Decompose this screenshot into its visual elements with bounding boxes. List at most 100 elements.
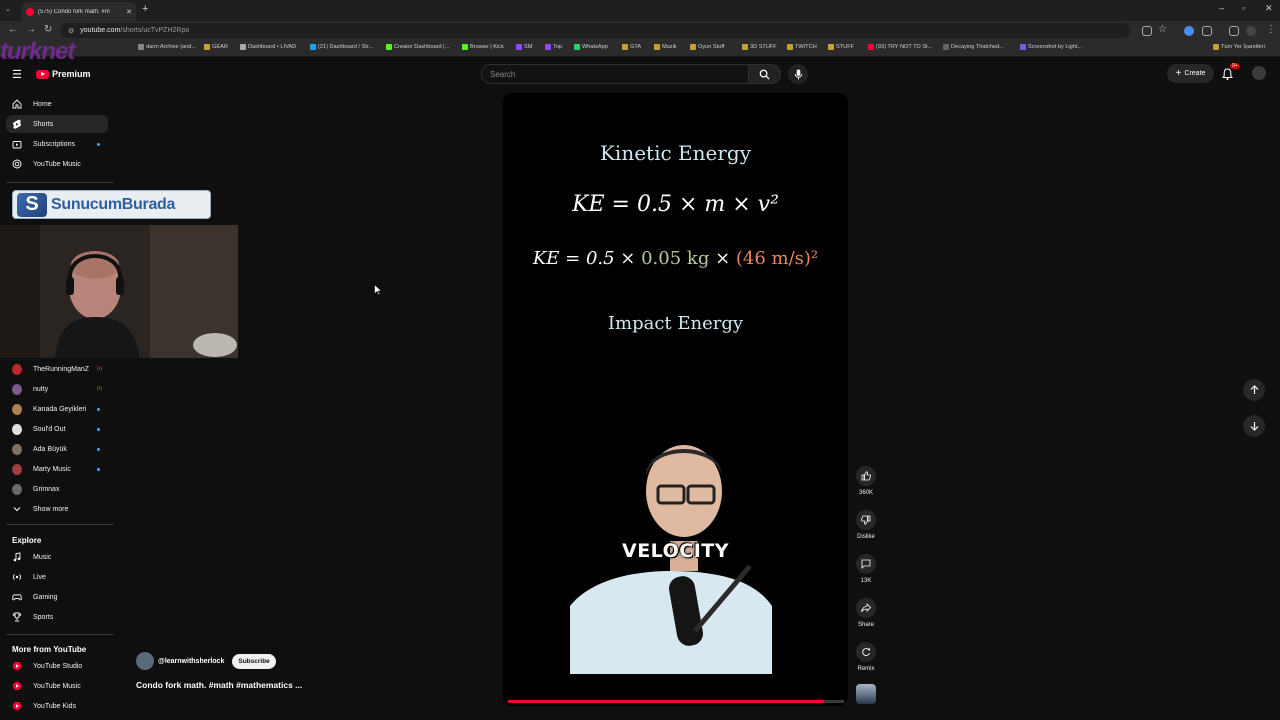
bookmark-icon xyxy=(690,44,696,50)
install-app-icon[interactable] xyxy=(1142,26,1152,36)
sidebar-item-live[interactable]: Live xyxy=(6,568,108,586)
channel-handle[interactable]: @learnwithsherlock xyxy=(158,658,224,665)
bookmark-label: 3D STUFF xyxy=(750,44,777,50)
sidebar-item-label: Grimnax xyxy=(33,485,60,493)
avatar[interactable] xyxy=(1252,66,1266,80)
browser-menu-icon[interactable]: ⋮ xyxy=(1266,24,1276,35)
bookmark-item[interactable]: Oyun Stuff xyxy=(690,44,724,50)
previous-short-button[interactable] xyxy=(1243,379,1265,401)
bookmark-item[interactable]: WhatsApp xyxy=(574,44,608,50)
dislike-button[interactable]: Dislike xyxy=(853,510,879,540)
eq-times: × xyxy=(709,248,736,269)
new-tab-icon[interactable]: + xyxy=(142,3,148,15)
video-progress-bar[interactable] xyxy=(508,700,844,703)
browser-profile-icon[interactable] xyxy=(1246,26,1256,36)
bookmark-item[interactable]: darm Archive (and... xyxy=(138,44,196,50)
bookmark-label: Dashboard • LIVAD xyxy=(248,44,297,50)
channel-avatar xyxy=(12,463,22,475)
sidebar-subscription-item[interactable]: Soul'd Out xyxy=(6,420,108,438)
bookmark-icon xyxy=(1020,44,1026,50)
sidebar-item-label: YouTube Kids xyxy=(33,702,77,710)
show-more-button[interactable]: Show more xyxy=(6,500,108,518)
sidebar-item-music[interactable]: Music xyxy=(6,548,108,566)
next-short-button[interactable] xyxy=(1243,415,1265,437)
sidebar-item-gaming[interactable]: Gaming xyxy=(6,588,108,606)
video-title[interactable]: Condo fork math. #math #mathematics ... xyxy=(136,680,302,690)
maximize-icon[interactable]: ▫ xyxy=(1242,3,1245,13)
notifications-button[interactable]: 9+ xyxy=(1221,63,1240,85)
create-button[interactable]: + Create xyxy=(1167,64,1214,83)
sidebar-item-subscriptions[interactable]: Subscriptions xyxy=(6,135,108,153)
equation-title: Kinetic Energy xyxy=(599,141,752,165)
gaming-icon xyxy=(12,592,22,602)
bookmark-item[interactable]: Muzik xyxy=(654,44,677,50)
sidebar-subscription-item[interactable]: Grimnax xyxy=(6,480,108,498)
bookmark-item[interactable]: Creator Dashboard |... xyxy=(386,44,449,50)
comments-button[interactable]: 13K xyxy=(853,554,879,584)
sidebar-subscription-item[interactable]: Marty Music xyxy=(6,460,108,478)
search-button[interactable] xyxy=(749,64,781,84)
bookmarks-bar: darm Archive (and... GEAR Dashboard • LIVA… xyxy=(0,41,1280,57)
channel-avatar xyxy=(12,443,22,455)
sidebar-item-youtube-studio[interactable]: YouTube Studio xyxy=(6,657,108,675)
bookmark-item[interactable]: TWITCH xyxy=(787,44,817,50)
tab-search-icon[interactable]: ⌄ xyxy=(5,5,11,13)
extensions-puzzle-icon[interactable] xyxy=(1202,26,1212,36)
remix-button[interactable]: Remix xyxy=(853,642,879,672)
bookmark-item[interactable]: 3D STUFF xyxy=(742,44,777,50)
bookmark-item[interactable]: Dashboard • LIVAD xyxy=(240,44,296,50)
youtube-premium-logo[interactable]: Premium xyxy=(36,69,91,79)
bookmark-item[interactable]: SM xyxy=(516,44,532,50)
share-button[interactable]: Share xyxy=(853,598,879,628)
minimize-icon[interactable]: – xyxy=(1219,3,1224,13)
sidebar-subscription-item[interactable]: Ada Büyük xyxy=(6,440,108,458)
voice-search-button[interactable] xyxy=(788,64,808,84)
hamburger-menu-icon[interactable]: ☰ xyxy=(12,68,22,81)
sidebar: Home Shorts Subscriptions YouTube Music TheR… xyxy=(0,92,120,720)
bookmark-item[interactable]: Tüm Yer İşaretleri xyxy=(1213,44,1265,50)
sidebar-subscription-item[interactable]: Kanada Geyikleri xyxy=(6,400,108,418)
sidebar-subscription-item[interactable]: nutty (•) xyxy=(6,380,108,398)
search-input[interactable]: Search xyxy=(481,64,749,84)
channel-avatar[interactable] xyxy=(136,652,154,670)
shorts-video-player[interactable]: Kinetic Energy KE = 0.5 × m × v² KE = 0.… xyxy=(503,93,848,706)
address-bar[interactable]: ⚙ youtube.com/shorts/ucTvPZH2Rpo xyxy=(60,23,1130,38)
bookmark-icon xyxy=(386,44,392,50)
site-info-icon[interactable]: ⚙ xyxy=(68,27,74,35)
forward-icon[interactable]: → xyxy=(26,24,36,35)
close-window-icon[interactable]: ✕ xyxy=(1265,3,1273,14)
like-button[interactable]: 360K xyxy=(853,466,879,496)
audio-source-thumbnail[interactable] xyxy=(856,684,876,704)
bookmark-item[interactable]: Decaying Thatched... xyxy=(943,44,1004,50)
extension-icon[interactable] xyxy=(1184,26,1194,36)
bookmark-label: Top xyxy=(553,44,563,50)
mouse-cursor-icon xyxy=(374,284,382,296)
bookmark-item[interactable]: Top xyxy=(545,44,562,50)
sidebar-item-shorts[interactable]: Shorts xyxy=(6,115,108,133)
youtube-app-icon xyxy=(12,701,22,711)
bookmark-item[interactable]: (93) TRY NOT TO St... xyxy=(868,44,932,50)
bookmark-item[interactable]: (21) Dashboard / Str... xyxy=(310,44,373,50)
reload-icon[interactable]: ↻ xyxy=(44,24,52,35)
sidebar-subscription-item[interactable]: TheRunningManZ (•) xyxy=(6,360,108,378)
tab-search-panel-icon[interactable] xyxy=(1229,26,1239,36)
bookmark-item[interactable]: Screenshot by Light... xyxy=(1020,44,1082,50)
bookmark-item[interactable]: GTA xyxy=(622,44,641,50)
browser-tab-active[interactable]: (575) Condo fork math. #m ✕ xyxy=(22,2,136,21)
bookmark-item[interactable]: GEAR xyxy=(204,44,228,50)
bookmark-item[interactable]: Browse | Kick xyxy=(462,44,504,50)
bookmark-item[interactable]: STUFF xyxy=(828,44,854,50)
bookmark-icon xyxy=(204,44,210,50)
channel-avatar xyxy=(12,363,22,375)
sidebar-item-youtube-music[interactable]: YouTube Music xyxy=(6,677,108,695)
back-icon[interactable]: ← xyxy=(8,24,18,35)
sidebar-item-youtube-music[interactable]: YouTube Music xyxy=(6,155,108,173)
tab-close-icon[interactable]: ✕ xyxy=(126,8,132,16)
sidebar-item-sports[interactable]: Sports xyxy=(6,608,108,626)
sidebar-item-home[interactable]: Home xyxy=(6,95,108,113)
subscribe-button[interactable]: Subscribe xyxy=(232,653,276,669)
sidebar-item-youtube-kids[interactable]: YouTube Kids xyxy=(6,697,108,715)
bookmark-icon xyxy=(622,44,628,50)
sidebar-divider xyxy=(6,634,114,635)
bookmark-star-icon[interactable]: ☆ xyxy=(1158,24,1167,35)
